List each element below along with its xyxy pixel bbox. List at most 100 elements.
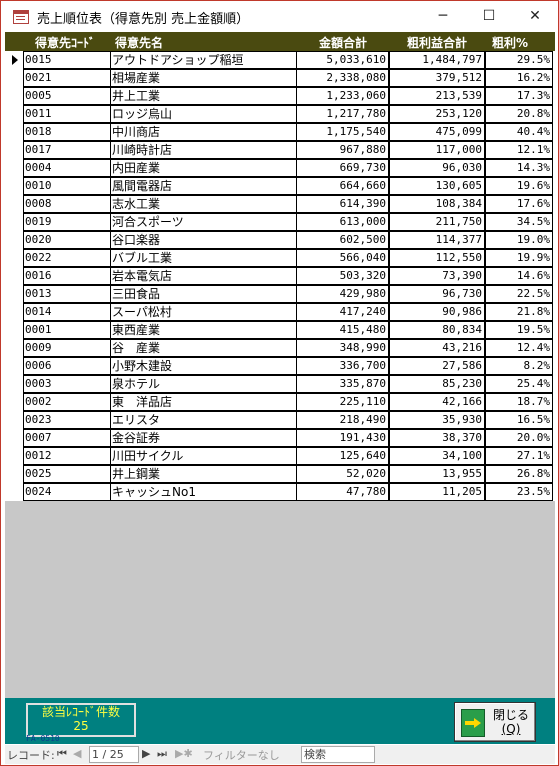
record-selector[interactable] [5,339,23,357]
cell-profit[interactable]: 34,100 [389,447,485,465]
cell-amount[interactable]: 191,430 [296,429,389,447]
record-selector[interactable] [5,105,23,123]
cell-profit[interactable]: 112,550 [389,249,485,267]
table-row[interactable]: 0007 金谷証券 191,430 38,370 20.0% [5,429,555,447]
cell-profit[interactable]: 90,986 [389,303,485,321]
cell-name[interactable]: 泉ホテル [110,375,297,393]
cell-amount[interactable]: 335,870 [296,375,389,393]
cell-profit[interactable]: 108,384 [389,195,485,213]
cell-code[interactable]: 0002 [23,393,112,411]
cell-amount[interactable]: 47,780 [296,483,389,501]
cell-code[interactable]: 0012 [23,447,112,465]
table-row[interactable]: 0015 アウトドアショップ稲垣 5,033,610 1,484,797 29.5% [5,51,555,69]
record-selector[interactable] [5,87,23,105]
cell-name[interactable]: 三田食品 [110,285,297,303]
cell-code[interactable]: 0021 [23,69,112,87]
cell-rate[interactable]: 16.5% [485,411,553,429]
table-row[interactable]: 0019 河合スポーツ 613,000 211,750 34.5% [5,213,555,231]
cell-rate[interactable]: 23.5% [485,483,553,501]
cell-code[interactable]: 0004 [23,159,112,177]
cell-profit[interactable]: 96,730 [389,285,485,303]
record-selector[interactable] [5,195,23,213]
maximize-button[interactable]: ☐ [466,1,512,32]
close-form-button[interactable]: 閉じる (Q) [454,702,536,742]
cell-rate[interactable]: 14.6% [485,267,553,285]
cell-name[interactable]: 井上工業 [110,87,297,105]
table-row[interactable]: 0008 志水工業 614,390 108,384 17.6% [5,195,555,213]
cell-amount[interactable]: 614,390 [296,195,389,213]
cell-profit[interactable]: 13,955 [389,465,485,483]
cell-rate[interactable]: 22.5% [485,285,553,303]
table-row[interactable]: 0017 川崎時計店 967,880 117,000 12.1% [5,141,555,159]
next-record-button[interactable]: ▶ [142,747,150,760]
table-row[interactable]: 0006 小野木建設 336,700 27,586 8.2% [5,357,555,375]
filter-status[interactable]: フィルターなし [203,747,280,763]
cell-name[interactable]: 相場産業 [110,69,297,87]
cell-code[interactable]: 0011 [23,105,112,123]
table-row[interactable]: 0010 風間電器店 664,660 130,605 19.6% [5,177,555,195]
close-window-button[interactable]: ✕ [512,1,558,32]
cell-profit[interactable]: 80,834 [389,321,485,339]
cell-name[interactable]: 谷口楽器 [110,231,297,249]
cell-profit[interactable]: 114,377 [389,231,485,249]
cell-code[interactable]: 0009 [23,339,112,357]
cell-name[interactable]: キャッシュNo1 [110,483,297,501]
cell-code[interactable]: 0005 [23,87,112,105]
cell-rate[interactable]: 27.1% [485,447,553,465]
record-selector[interactable] [5,447,23,465]
cell-profit[interactable]: 253,120 [389,105,485,123]
cell-rate[interactable]: 17.6% [485,195,553,213]
cell-amount[interactable]: 429,980 [296,285,389,303]
cell-code[interactable]: 0023 [23,411,112,429]
search-input[interactable]: 検索 [301,746,375,763]
record-selector[interactable] [5,123,23,141]
cell-code[interactable]: 0013 [23,285,112,303]
cell-rate[interactable]: 14.3% [485,159,553,177]
cell-name[interactable]: 中川商店 [110,123,297,141]
cell-profit[interactable]: 38,370 [389,429,485,447]
table-row[interactable]: 0005 井上工業 1,233,060 213,539 17.3% [5,87,555,105]
cell-amount[interactable]: 2,338,080 [296,69,389,87]
cell-rate[interactable]: 29.5% [485,51,553,69]
record-selector[interactable] [5,213,23,231]
cell-rate[interactable]: 17.3% [485,87,553,105]
cell-code[interactable]: 0016 [23,267,112,285]
cell-name[interactable]: スーパ松村 [110,303,297,321]
cell-profit[interactable]: 27,586 [389,357,485,375]
table-row[interactable]: 0024 キャッシュNo1 47,780 11,205 23.5% [5,483,555,501]
cell-name[interactable]: 志水工業 [110,195,297,213]
cell-code[interactable]: 0003 [23,375,112,393]
cell-name[interactable]: 東西産業 [110,321,297,339]
table-row[interactable]: 0023 エリスタ 218,490 35,930 16.5% [5,411,555,429]
cell-code[interactable]: 0019 [23,213,112,231]
cell-name[interactable]: 東 洋品店 [110,393,297,411]
record-selector[interactable] [5,141,23,159]
record-selector[interactable] [5,249,23,267]
table-row[interactable]: 0025 井上鋼業 52,020 13,955 26.8% [5,465,555,483]
table-row[interactable]: 0002 東 洋品店 225,110 42,166 18.7% [5,393,555,411]
cell-rate[interactable]: 19.0% [485,231,553,249]
cell-rate[interactable]: 21.8% [485,303,553,321]
record-selector[interactable] [5,357,23,375]
last-record-button[interactable]: ⏭ [157,747,167,761]
new-record-button[interactable]: ▶✱ [175,747,193,760]
record-selector[interactable] [5,321,23,339]
cell-amount[interactable]: 967,880 [296,141,389,159]
cell-rate[interactable]: 40.4% [485,123,553,141]
cell-code[interactable]: 0024 [23,483,112,501]
cell-code[interactable]: 0014 [23,303,112,321]
table-row[interactable]: 0004 内田産業 669,730 96,030 14.3% [5,159,555,177]
cell-name[interactable]: 川田サイクル [110,447,297,465]
cell-profit[interactable]: 96,030 [389,159,485,177]
record-position-input[interactable]: 1 / 25 [89,746,139,763]
cell-amount[interactable]: 125,640 [296,447,389,465]
cell-rate[interactable]: 12.4% [485,339,553,357]
cell-amount[interactable]: 1,217,780 [296,105,389,123]
cell-amount[interactable]: 52,020 [296,465,389,483]
cell-amount[interactable]: 503,320 [296,267,389,285]
cell-amount[interactable]: 348,990 [296,339,389,357]
cell-amount[interactable]: 5,033,610 [296,51,389,69]
table-row[interactable]: 0020 谷口楽器 602,500 114,377 19.0% [5,231,555,249]
record-selector[interactable] [5,159,23,177]
cell-code[interactable]: 0020 [23,231,112,249]
